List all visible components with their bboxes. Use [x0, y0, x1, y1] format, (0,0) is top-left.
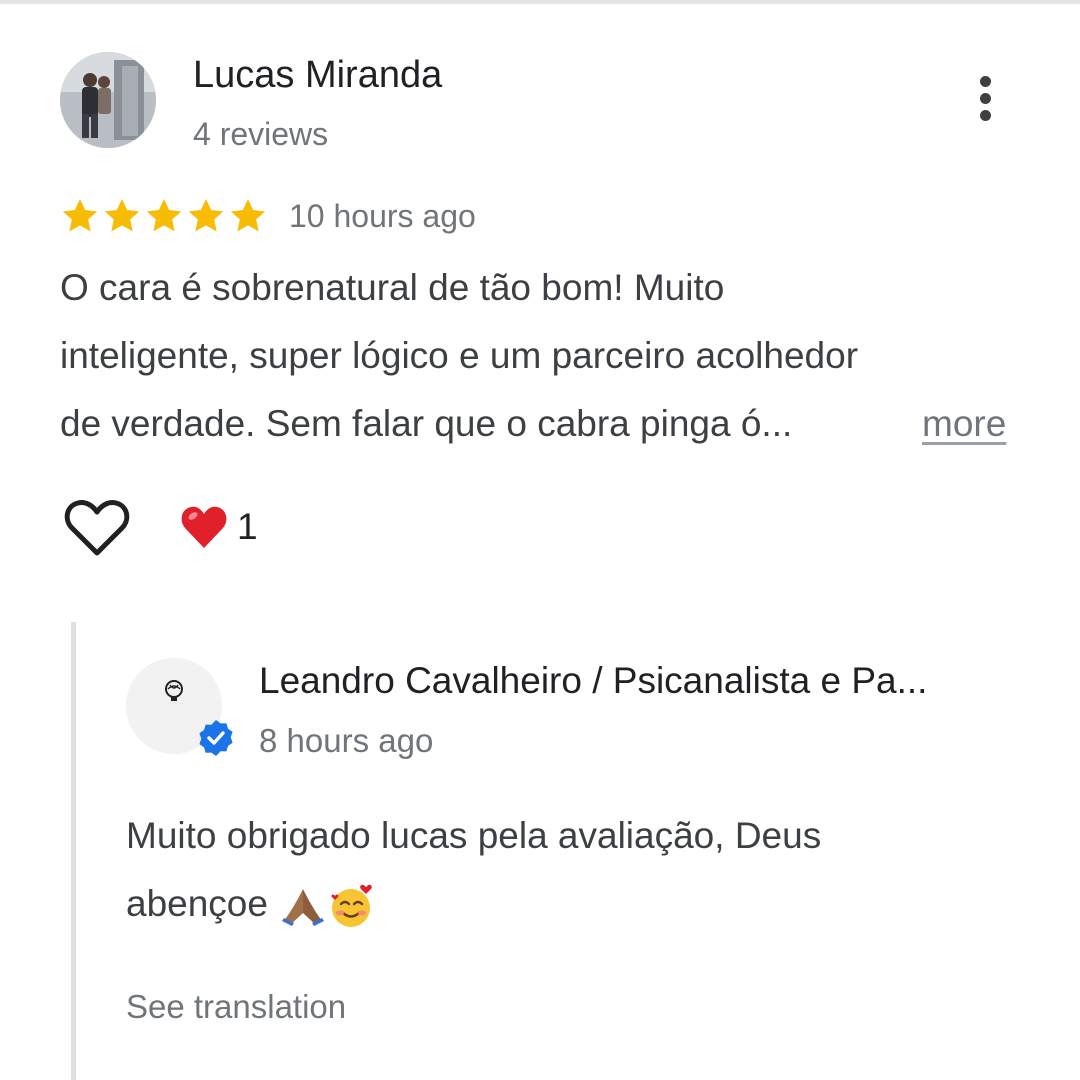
- reply-time: 8 hours ago: [259, 722, 434, 759]
- reply-text-line: abençoe: [126, 870, 1026, 938]
- see-translation-link[interactable]: See translation: [126, 985, 346, 1029]
- reply-text: Muito obrigado lucas pela avaliação, Deu…: [126, 802, 1026, 938]
- review-text-line: O cara é sobrenatural de tão bom! Muito: [60, 267, 725, 308]
- reaction-count: 1: [237, 506, 258, 547]
- review-text: O cara é sobrenatural de tão bom! Muito …: [60, 254, 1030, 458]
- review-text-line: de verdade. Sem falar que o cabra pinga …: [60, 403, 793, 444]
- owner-name[interactable]: Leandro Cavalheiro / Psicanalista e Pa..…: [259, 658, 927, 704]
- like-button[interactable]: [64, 498, 130, 558]
- star-icon: [188, 199, 224, 232]
- review-time: 10 hours ago: [289, 198, 476, 234]
- more-vert-icon: [979, 76, 991, 87]
- reply-text-line: Muito obrigado lucas pela avaliação, Deu…: [126, 815, 822, 856]
- verified-badge-icon: [199, 720, 233, 756]
- red-heart-icon: [181, 506, 227, 548]
- smiling-face-with-hearts-emoji: [331, 885, 373, 928]
- more-link[interactable]: more: [922, 390, 1006, 458]
- reviewer-review-count: 4 reviews: [193, 116, 329, 152]
- reviewer-avatar[interactable]: [60, 52, 156, 148]
- review-text-line: inteligente, super lógico e um parceiro …: [60, 335, 859, 376]
- star-icon: [62, 199, 98, 232]
- heart-outline-icon: [64, 500, 130, 556]
- reviewer-name[interactable]: Lucas Miranda: [193, 52, 442, 98]
- star-rating: [60, 196, 268, 236]
- star-icon: [146, 199, 182, 232]
- star-icon: [104, 199, 140, 232]
- reply-indent-bar: [71, 622, 76, 1080]
- folded-hands-emoji: [282, 889, 325, 927]
- top-divider: [0, 0, 1080, 4]
- star-icon: [230, 199, 266, 232]
- more-options-button[interactable]: [968, 76, 1002, 126]
